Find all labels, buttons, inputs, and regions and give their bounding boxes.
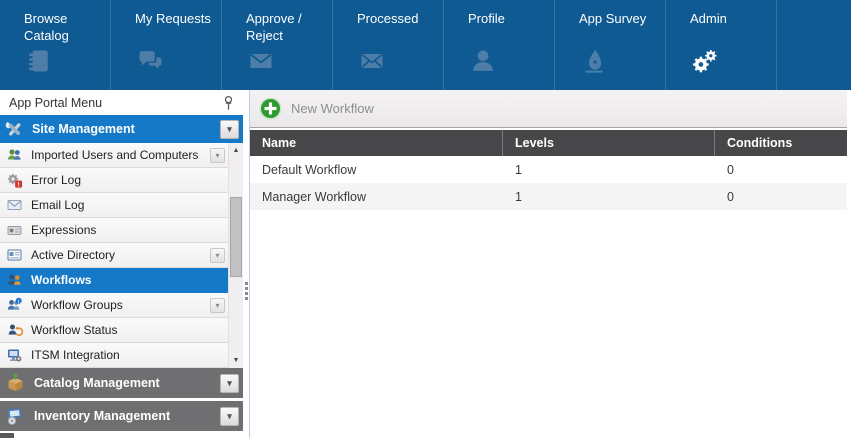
catalog-icon bbox=[5, 373, 26, 393]
section-dropdown-button[interactable]: ▾ bbox=[220, 120, 239, 139]
nav-tab[interactable]: My Requests bbox=[111, 0, 222, 90]
inventory-icon bbox=[5, 406, 26, 426]
gears-icon bbox=[690, 47, 772, 80]
svg-text:!: ! bbox=[18, 181, 20, 188]
nav-tab-label: Admin bbox=[690, 10, 772, 46]
envelope-icon bbox=[357, 47, 439, 80]
item-dropdown-button[interactable]: ▾ bbox=[210, 248, 225, 263]
nav-tab[interactable]: Browse Catalog bbox=[0, 0, 111, 90]
sidebar-scrollbar[interactable]: ▲ ▼ bbox=[228, 143, 243, 368]
sidebar-item[interactable]: Imported Users and Computers ▾ bbox=[0, 143, 228, 168]
section-label: Catalog Management bbox=[34, 376, 220, 390]
section-dropdown-button[interactable]: ▾ bbox=[220, 374, 239, 393]
item-dropdown-button[interactable]: ▾ bbox=[210, 298, 225, 313]
users-computers-icon bbox=[6, 147, 24, 163]
error-log-icon: ! bbox=[6, 172, 24, 188]
sidebar-item-label: Workflows bbox=[31, 273, 225, 287]
email-icon bbox=[6, 197, 24, 213]
sidebar-item[interactable]: Expressions ▾ bbox=[0, 218, 228, 243]
sidebar-item[interactable]: ITSM Integration ▾ bbox=[0, 343, 228, 368]
sidebar-item-label: Imported Users and Computers bbox=[31, 148, 210, 162]
workflow-status-icon bbox=[6, 322, 24, 338]
sidebar-item-label: Expressions bbox=[31, 223, 225, 237]
nav-tab-label: Browse Catalog bbox=[24, 10, 106, 46]
nav-tab-label: My Requests bbox=[135, 10, 217, 46]
cell-name: Default Workflow bbox=[250, 163, 503, 177]
envelope-closed-icon bbox=[246, 47, 328, 80]
cell-levels: 1 bbox=[503, 190, 715, 204]
item-dropdown-button[interactable]: ▾ bbox=[210, 148, 225, 163]
scroll-up-button[interactable]: ▲ bbox=[229, 143, 243, 158]
sidebar-title-bar: App Portal Menu bbox=[0, 90, 243, 115]
active-directory-icon bbox=[6, 247, 24, 263]
sidebar-item[interactable]: Active Directory ▾ bbox=[0, 243, 228, 268]
table-row[interactable]: Manager Workflow 1 0 bbox=[250, 183, 847, 210]
new-workflow-label: New Workflow bbox=[291, 101, 374, 116]
sidebar-item[interactable]: i Workflow Groups ▾ bbox=[0, 293, 228, 318]
pen-icon bbox=[579, 47, 661, 80]
table-row[interactable]: Default Workflow 1 0 bbox=[250, 156, 847, 183]
scroll-down-button[interactable]: ▼ bbox=[229, 353, 243, 368]
sidebar: App Portal Menu Site Management ▾ Import… bbox=[0, 90, 243, 438]
sidebar-item[interactable]: ! Error Log ▾ bbox=[0, 168, 228, 193]
section-label: Site Management bbox=[32, 122, 220, 136]
app-portal-window: Browse Catalog My Requests Approve / Rej… bbox=[0, 0, 851, 438]
sidebar-item-label: Workflow Status bbox=[31, 323, 225, 337]
sidebar-item-label: Workflow Groups bbox=[31, 298, 210, 312]
main-content: New Workflow NameLevelsConditions Defaul… bbox=[250, 90, 847, 438]
sidebar-item-label: ITSM Integration bbox=[31, 348, 225, 362]
sidebar-list: Imported Users and Computers ▾ ! Error L… bbox=[0, 143, 243, 368]
nav-tab-label: Processed bbox=[357, 10, 439, 46]
workflows-table: NameLevelsConditions Default Workflow 1 … bbox=[250, 130, 847, 210]
nav-tab[interactable]: Profile bbox=[444, 0, 555, 90]
splitter-grip-icon bbox=[245, 282, 248, 302]
top-nav: Browse Catalog My Requests Approve / Rej… bbox=[0, 0, 851, 90]
partial-next-section bbox=[0, 433, 14, 438]
pin-icon[interactable] bbox=[222, 95, 235, 111]
nav-tab-label: Profile bbox=[468, 10, 550, 46]
column-header[interactable]: Name bbox=[250, 130, 503, 156]
table-header: NameLevelsConditions bbox=[250, 130, 847, 156]
chat-icon bbox=[135, 47, 217, 80]
new-workflow-button[interactable]: New Workflow bbox=[259, 97, 374, 120]
cell-levels: 1 bbox=[503, 163, 715, 177]
sidebar-item[interactable]: Workflow Status ▾ bbox=[0, 318, 228, 343]
sidebar-section[interactable]: Inventory Management ▾ bbox=[0, 401, 243, 431]
sidebar-item-label: Active Directory bbox=[31, 248, 210, 262]
column-header[interactable]: Conditions bbox=[715, 130, 847, 156]
person-icon bbox=[468, 47, 550, 80]
splitter[interactable] bbox=[243, 90, 250, 438]
nav-tab[interactable]: App Survey bbox=[555, 0, 666, 90]
workflow-groups-icon: i bbox=[6, 297, 24, 313]
nav-tab-label: App Survey bbox=[579, 10, 661, 46]
sidebar-section[interactable]: Catalog Management ▾ bbox=[0, 368, 243, 398]
sidebar-section-site-management[interactable]: Site Management ▾ bbox=[0, 115, 243, 143]
cell-conditions: 0 bbox=[715, 190, 847, 204]
sidebar-item-label: Email Log bbox=[31, 198, 225, 212]
sidebar-item[interactable]: Workflows ▾ bbox=[0, 268, 228, 293]
sidebar-item[interactable]: Email Log ▾ bbox=[0, 193, 228, 218]
notebook-icon bbox=[24, 47, 106, 80]
workflows-icon bbox=[6, 272, 24, 288]
nav-tab[interactable]: Processed bbox=[333, 0, 444, 90]
collapsed-sections: Catalog Management ▾ Inventory Managemen… bbox=[0, 368, 243, 431]
nav-tab[interactable]: Admin bbox=[666, 0, 777, 90]
itsm-icon bbox=[6, 347, 24, 363]
expressions-icon bbox=[6, 222, 24, 238]
section-label: Inventory Management bbox=[34, 409, 220, 423]
column-header[interactable]: Levels bbox=[503, 130, 715, 156]
sidebar-items: Imported Users and Computers ▾ ! Error L… bbox=[0, 143, 228, 368]
cell-conditions: 0 bbox=[715, 163, 847, 177]
table-body: Default Workflow 1 0 Manager Workflow 1 … bbox=[250, 156, 847, 210]
site-management-icon bbox=[5, 120, 24, 139]
cell-name: Manager Workflow bbox=[250, 190, 503, 204]
section-dropdown-button[interactable]: ▾ bbox=[220, 407, 239, 426]
nav-tab[interactable]: Approve / Reject bbox=[222, 0, 333, 90]
sidebar-item-label: Error Log bbox=[31, 173, 225, 187]
plus-icon bbox=[259, 97, 282, 120]
toolbar: New Workflow bbox=[250, 90, 847, 128]
scrollbar-thumb[interactable] bbox=[230, 197, 242, 277]
nav-tab-label: Approve / Reject bbox=[246, 10, 328, 46]
sidebar-title: App Portal Menu bbox=[9, 96, 102, 110]
